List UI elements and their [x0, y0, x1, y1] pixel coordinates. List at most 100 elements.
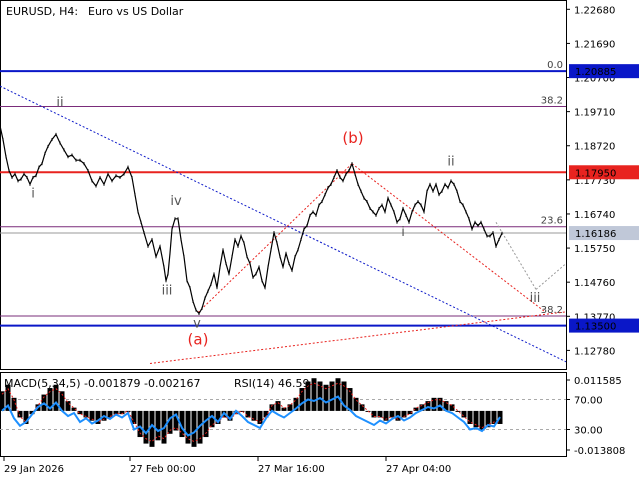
price-bar — [225, 262, 227, 266]
price-bar — [67, 155, 69, 159]
price-bar — [71, 153, 73, 157]
price-bar — [426, 189, 428, 193]
price-bar — [489, 234, 491, 238]
price-bar — [0, 124, 1, 128]
price-bar — [297, 248, 299, 252]
macd-bar — [329, 381, 335, 411]
price-bar — [103, 182, 105, 186]
price-bar — [495, 244, 497, 248]
price-bar — [180, 237, 182, 241]
price-bar — [17, 179, 19, 183]
price-bar — [51, 138, 53, 142]
macd-bar — [191, 410, 197, 447]
wave-label: iv — [170, 194, 182, 209]
price-bar — [441, 189, 443, 193]
price-bar — [324, 193, 326, 197]
x-tick-label: 27 Mar 16:00 — [258, 464, 325, 475]
price-bar — [411, 210, 413, 214]
macd-header: MACD(5,34,5) -0.001879 -0.002167 — [4, 377, 200, 390]
price-bar — [405, 213, 407, 217]
fib-label: 0.0 — [547, 60, 563, 71]
price-bar — [321, 200, 323, 204]
price-bar — [231, 255, 233, 259]
price-bar — [155, 255, 157, 259]
price-bar — [228, 272, 230, 276]
price-bar — [204, 296, 206, 300]
price-bar — [143, 231, 145, 235]
price-bar — [111, 179, 113, 183]
price-bar — [186, 279, 188, 283]
wave-label: (a) — [188, 331, 209, 349]
price-bar — [447, 186, 449, 190]
price-bar — [87, 169, 89, 173]
time-axis[interactable]: 29 Jan 2026 27 Feb 00:00 27 Mar 16:00 27 Ap… — [3, 457, 451, 475]
price-bar — [453, 182, 455, 186]
price-bar — [342, 179, 344, 183]
price-bar — [462, 203, 464, 207]
price-bar — [486, 234, 488, 238]
macd-bar — [359, 404, 365, 411]
price-bar — [252, 275, 254, 279]
price-bar — [303, 227, 305, 231]
price-bar — [309, 213, 311, 217]
price-bar — [147, 244, 149, 248]
price-bar — [47, 144, 49, 148]
price-bar — [26, 175, 28, 179]
macd-bar — [335, 378, 341, 411]
price-bar — [408, 220, 410, 224]
price-bar — [63, 148, 65, 152]
price-bar — [207, 289, 209, 293]
chart-symbol: EURUSD, H4: — [6, 5, 78, 18]
price-bar — [210, 282, 212, 286]
macd-bar — [287, 404, 293, 411]
price-bar — [498, 237, 500, 241]
price-bar — [240, 234, 242, 238]
macd-bar — [389, 410, 395, 418]
price-bar — [465, 210, 467, 214]
price-tag-label: 1.16186 — [575, 229, 616, 240]
price-bar — [399, 217, 401, 221]
price-bar — [393, 210, 395, 214]
price-bar — [369, 206, 371, 210]
wave-label: (b) — [342, 129, 363, 147]
price-bar — [264, 286, 266, 290]
wave-label: v — [193, 316, 201, 331]
price-tag-label: 1.20885 — [575, 67, 616, 78]
macd-bar — [245, 410, 251, 418]
price-bar — [273, 231, 275, 235]
price-bar — [318, 203, 320, 207]
price-bar — [79, 158, 81, 162]
price-bar — [420, 203, 422, 207]
macd-bar — [185, 410, 191, 444]
price-bar — [267, 265, 269, 269]
fib-label: 38.2 — [541, 95, 563, 106]
price-bar — [201, 306, 203, 310]
price-bar — [174, 217, 176, 221]
price-bar — [165, 279, 167, 283]
y-tick-label: 1.16740 — [574, 210, 615, 221]
price-bar — [11, 175, 13, 179]
wave-label: i — [401, 225, 405, 240]
price-bar — [195, 308, 197, 312]
price-bar — [333, 175, 335, 179]
price-bar — [375, 213, 377, 217]
price-bar — [134, 193, 136, 197]
price-bar — [140, 220, 142, 224]
price-bar — [107, 172, 109, 176]
price-bar — [381, 203, 383, 207]
indicator-y-tick-label: 0.011585 — [574, 376, 622, 387]
price-bar — [366, 200, 368, 204]
price-bar — [438, 193, 440, 197]
price-bar — [75, 158, 77, 162]
price-bar — [450, 179, 452, 183]
price-bar — [44, 151, 46, 155]
price-bar — [357, 182, 359, 186]
indicator-y-tick-label: -0.013808 — [574, 446, 625, 457]
price-bar — [159, 244, 161, 248]
wave-label: iii — [162, 284, 173, 299]
price-bar — [480, 220, 482, 224]
main-plot-frame — [0, 0, 567, 370]
price-bar — [315, 213, 317, 217]
price-bar — [345, 172, 347, 176]
price-bar — [213, 272, 215, 276]
